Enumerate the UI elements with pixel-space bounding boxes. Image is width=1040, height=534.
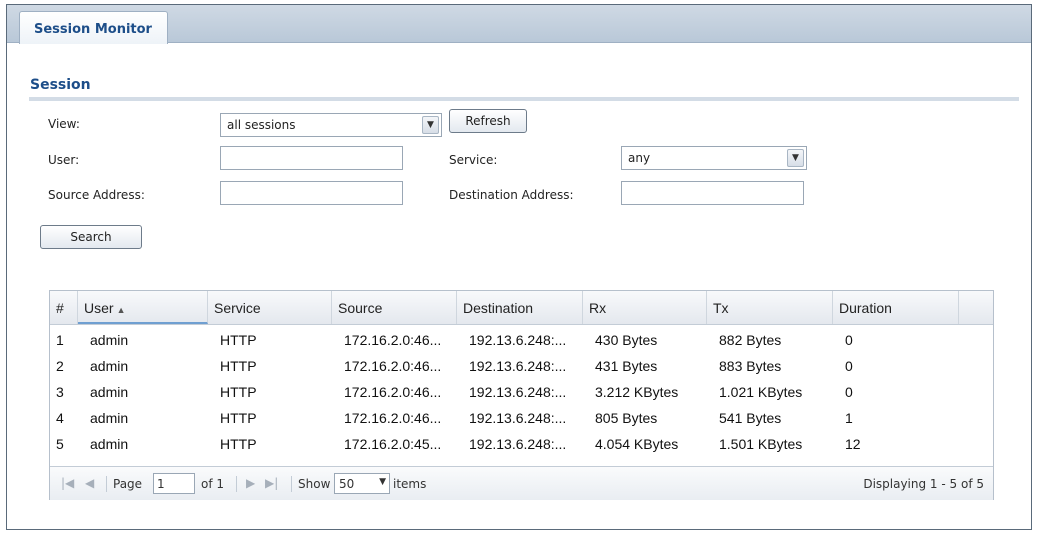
- table-row[interactable]: 3 admin HTTP 172.16.2.0:46... 192.13.6.248:.…: [50, 381, 960, 403]
- cell-rx: 805 Bytes: [595, 410, 658, 426]
- cell-source: 172.16.2.0:46...: [344, 332, 442, 348]
- cell-tx: 541 Bytes: [719, 410, 782, 426]
- page-number-input[interactable]: 1: [153, 473, 195, 494]
- show-label: Show: [298, 477, 331, 491]
- column-header-rx[interactable]: Rx: [583, 291, 707, 324]
- chevron-down-icon[interactable]: ▼: [787, 149, 804, 167]
- cell-destination: 192.13.6.248:...: [469, 436, 567, 452]
- table-row[interactable]: 1 admin HTTP 172.16.2.0:46... 192.13.6.248:.…: [50, 329, 960, 351]
- cell-rx: 431 Bytes: [595, 358, 658, 374]
- cell-duration: 1: [845, 410, 853, 426]
- last-page-icon[interactable]: ▶|: [265, 476, 278, 490]
- cell-rx: 4.054 KBytes: [595, 436, 679, 452]
- cell-duration: 0: [845, 332, 853, 348]
- column-header-menu[interactable]: [959, 291, 994, 324]
- service-select-value: any: [628, 151, 651, 165]
- cell-destination: 192.13.6.248:...: [469, 358, 567, 374]
- cell-user: admin: [90, 384, 129, 400]
- tab-session-monitor[interactable]: Session Monitor: [19, 11, 168, 44]
- cell-user: admin: [90, 410, 129, 426]
- first-page-icon[interactable]: |◀: [61, 476, 74, 490]
- session-monitor-window: Session Monitor Session View: all sessio…: [6, 4, 1032, 530]
- cell-tx: 1.021 KBytes: [719, 384, 803, 400]
- previous-page-icon[interactable]: ◀: [85, 476, 94, 490]
- user-label: User:: [48, 153, 80, 167]
- cell-number: 5: [56, 436, 64, 452]
- user-input[interactable]: [220, 146, 403, 170]
- pagination-toolbar: |◀ ◀ Page 1 of 1 ▶ ▶| Show 50 ▼ items Di…: [50, 466, 993, 500]
- cell-service: HTTP: [220, 384, 257, 400]
- cell-number: 2: [56, 358, 64, 374]
- cell-source: 172.16.2.0:45...: [344, 436, 442, 452]
- cell-rx: 430 Bytes: [595, 332, 658, 348]
- session-table: # User ▲ Service Source Destination Rx Tx…: [49, 290, 994, 500]
- refresh-button[interactable]: Refresh: [449, 109, 527, 133]
- page-label: Page: [113, 477, 143, 491]
- items-label: items: [393, 477, 427, 491]
- cell-number: 4: [56, 410, 64, 426]
- cell-destination: 192.13.6.248:...: [469, 332, 567, 348]
- column-header-service[interactable]: Service: [208, 291, 332, 324]
- cell-tx: 1.501 KBytes: [719, 436, 803, 452]
- page-size-select[interactable]: 50 ▼: [334, 473, 390, 494]
- cell-duration: 12: [845, 436, 861, 452]
- cell-destination: 192.13.6.248:...: [469, 384, 567, 400]
- tab-bar: Session Monitor: [7, 5, 1031, 44]
- toolbar-separator: [291, 476, 292, 492]
- cell-source: 172.16.2.0:46...: [344, 358, 442, 374]
- view-select-value: all sessions: [227, 118, 296, 132]
- table-row[interactable]: 2 admin HTTP 172.16.2.0:46... 192.13.6.248:.…: [50, 355, 960, 377]
- cell-service: HTTP: [220, 358, 257, 374]
- cell-user: admin: [90, 436, 129, 452]
- toolbar-separator: [236, 476, 237, 492]
- source-address-input[interactable]: [220, 181, 403, 205]
- cell-number: 1: [56, 332, 64, 348]
- chevron-down-icon[interactable]: ▼: [379, 477, 386, 487]
- section-divider: [29, 97, 1019, 101]
- cell-duration: 0: [845, 358, 853, 374]
- cell-source: 172.16.2.0:46...: [344, 384, 442, 400]
- cell-source: 172.16.2.0:46...: [344, 410, 442, 426]
- cell-service: HTTP: [220, 436, 257, 452]
- cell-rx: 3.212 KBytes: [595, 384, 679, 400]
- column-header-number[interactable]: #: [50, 291, 78, 324]
- page-count-label: of 1: [201, 477, 225, 491]
- cell-user: admin: [90, 332, 129, 348]
- destination-address-input[interactable]: [621, 181, 804, 205]
- search-button[interactable]: Search: [40, 225, 142, 249]
- service-select[interactable]: any ▼: [621, 146, 807, 170]
- toolbar-separator: [106, 476, 107, 492]
- column-header-destination[interactable]: Destination: [457, 291, 583, 324]
- service-label: Service:: [449, 153, 498, 167]
- next-page-icon[interactable]: ▶: [246, 476, 255, 490]
- table-row[interactable]: 5 admin HTTP 172.16.2.0:45... 192.13.6.248:.…: [50, 433, 960, 455]
- cell-tx: 882 Bytes: [719, 332, 782, 348]
- cell-user: admin: [90, 358, 129, 374]
- table-header: # User ▲ Service Source Destination Rx Tx…: [50, 291, 993, 325]
- sort-ascending-icon: ▲: [116, 305, 126, 315]
- column-header-user-label: User: [84, 300, 114, 316]
- column-header-tx[interactable]: Tx: [707, 291, 833, 324]
- view-select[interactable]: all sessions ▼: [220, 113, 442, 137]
- cell-service: HTTP: [220, 332, 257, 348]
- table-row[interactable]: 4 admin HTTP 172.16.2.0:46... 192.13.6.248:.…: [50, 407, 960, 429]
- view-label: View:: [48, 117, 80, 131]
- column-header-duration[interactable]: Duration: [833, 291, 959, 324]
- cell-tx: 883 Bytes: [719, 358, 782, 374]
- cell-destination: 192.13.6.248:...: [469, 410, 567, 426]
- cell-service: HTTP: [220, 410, 257, 426]
- destination-address-label: Destination Address:: [449, 188, 574, 202]
- cell-duration: 0: [845, 384, 853, 400]
- chevron-down-icon[interactable]: ▼: [422, 116, 439, 134]
- cell-number: 3: [56, 384, 64, 400]
- section-title: Session: [30, 77, 91, 93]
- column-header-user[interactable]: User ▲: [78, 291, 208, 324]
- displaying-summary: Displaying 1 - 5 of 5: [863, 477, 984, 491]
- source-address-label: Source Address:: [48, 188, 145, 202]
- column-header-source[interactable]: Source: [332, 291, 457, 324]
- page-size-value: 50: [339, 477, 355, 491]
